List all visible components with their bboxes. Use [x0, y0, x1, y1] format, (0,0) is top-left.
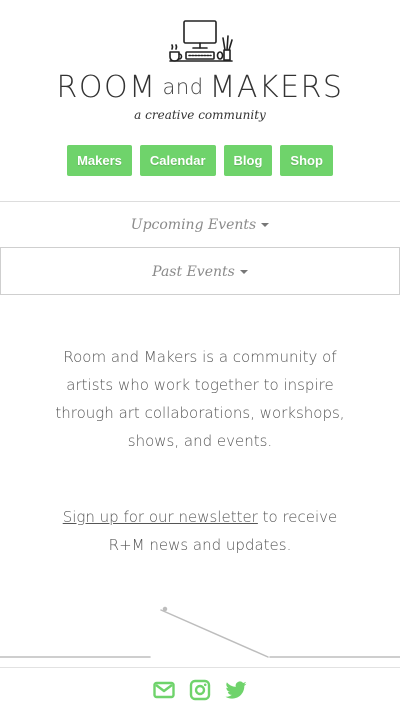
main-nav: Makers Calendar Blog Shop — [0, 145, 400, 176]
nav-blog-button[interactable]: Blog — [223, 145, 273, 176]
nav-calendar-button[interactable]: Calendar — [139, 145, 216, 176]
brand-title[interactable]: ROOM and MAKERS — [0, 70, 400, 105]
newsletter-blurb: Sign up for our newsletter to receive R+… — [50, 503, 350, 559]
brand-title-makers: MAKERS — [209, 70, 344, 105]
nav-shop-button[interactable]: Shop — [280, 145, 333, 176]
brand-title-and: and — [162, 75, 204, 99]
workspace-desk-icon — [169, 20, 233, 62]
caret-down-icon — [239, 270, 248, 274]
instagram-icon[interactable] — [188, 678, 212, 702]
brand-tagline: a creative community — [134, 108, 266, 122]
upcoming-events-label: Upcoming Events — [130, 217, 257, 233]
caret-down-icon — [261, 223, 270, 227]
footer-social-bar — [0, 667, 400, 710]
mail-icon[interactable] — [152, 678, 176, 702]
about-text: Room and Makers is a community of artist… — [55, 348, 345, 450]
brand-title-room: ROOM — [56, 70, 157, 105]
logo[interactable] — [0, 16, 400, 68]
twitter-icon[interactable] — [224, 678, 248, 702]
nav-makers-button[interactable]: Makers — [67, 145, 132, 176]
past-events-dropdown[interactable]: Past Events — [0, 247, 400, 295]
upcoming-events-dropdown[interactable]: Upcoming Events — [0, 201, 400, 247]
page: ROOM and MAKERS a creative community Maker… — [0, 0, 400, 710]
decorative-line-art — [0, 606, 400, 658]
newsletter-signup-link[interactable]: Sign up for our newsletter — [63, 508, 258, 526]
past-events-label: Past Events — [152, 264, 235, 280]
